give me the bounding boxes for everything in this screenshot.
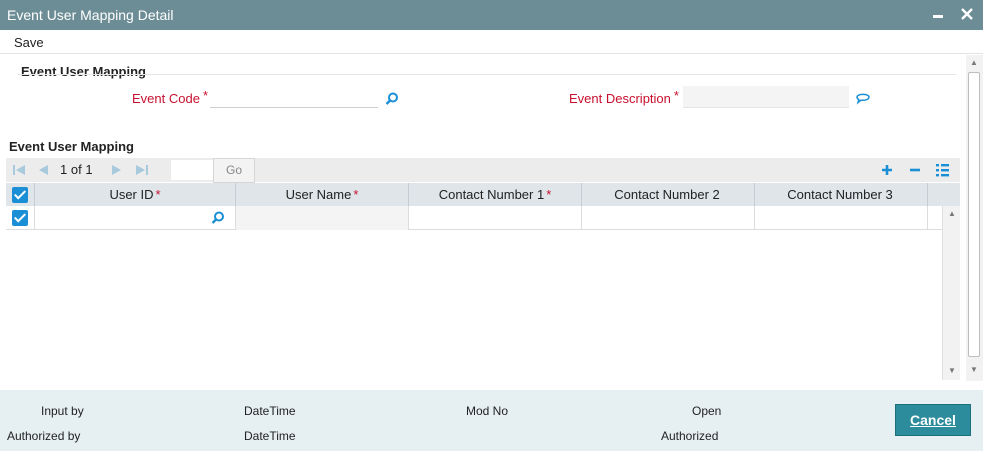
next-page-icon[interactable] — [109, 163, 123, 177]
authorized-status-label: Authorized — [661, 429, 719, 443]
cancel-button[interactable]: Cancel — [895, 404, 971, 436]
column-header-user-id[interactable]: User ID * — [35, 183, 236, 206]
row-checkbox[interactable] — [12, 210, 28, 226]
column-header-contact-number-1[interactable]: Contact Number 1 * — [409, 183, 582, 206]
select-all-column — [6, 183, 35, 206]
mod-no-label: Mod No — [466, 404, 509, 418]
scroll-up-icon[interactable]: ▲ — [970, 58, 978, 67]
total-pages: 1 — [85, 162, 93, 177]
last-page-icon[interactable] — [135, 163, 149, 177]
user-name-cell[interactable] — [236, 206, 409, 230]
scroll-down-icon[interactable]: ▼ — [948, 366, 956, 375]
first-page-icon[interactable] — [12, 163, 26, 177]
authorized-datetime-label: DateTime — [244, 429, 296, 443]
menu-bar: Save — [0, 30, 983, 54]
single-view-icon[interactable] — [934, 162, 950, 178]
row-select-cell — [6, 206, 35, 230]
close-icon[interactable] — [957, 3, 977, 25]
table-row — [6, 206, 942, 230]
grid-section-title: Event User Mapping — [9, 139, 134, 154]
required-marker: * — [202, 88, 208, 103]
grid-header: User ID * User Name * Contact Number 1 * Co… — [6, 183, 960, 206]
section-divider — [18, 74, 956, 75]
page-indicator: 1 of 1 — [60, 162, 93, 177]
scroll-down-icon[interactable]: ▼ — [970, 365, 978, 374]
page-scrollbar[interactable]: ▲ ▼ — [966, 55, 983, 381]
input-by-label: Input by — [41, 404, 84, 418]
section-title-event-user-mapping: Event User Mapping — [21, 64, 146, 79]
contact-number-1-cell[interactable] — [409, 206, 582, 230]
event-code-label: Event Code * — [132, 88, 208, 106]
user-id-cell[interactable] — [35, 206, 236, 230]
minimize-icon[interactable] — [928, 3, 948, 25]
delete-row-icon[interactable] — [907, 162, 923, 178]
authorized-by-label: Authorized by — [7, 429, 81, 443]
select-all-checkbox[interactable] — [12, 187, 28, 203]
event-description-label: Event Description * — [569, 88, 679, 106]
column-header-contact-number-3[interactable]: Contact Number 3 — [755, 183, 928, 206]
current-page: 1 — [60, 162, 68, 177]
column-header-contact-number-2[interactable]: Contact Number 2 — [582, 183, 755, 206]
add-row-icon[interactable] — [879, 162, 895, 178]
window-titlebar: Event User Mapping Detail — [0, 0, 983, 30]
page-number-input[interactable] — [171, 160, 213, 180]
event-user-mapping-grid: 1 of 1 Go User ID * User Name * Contact … — [6, 158, 960, 380]
required-marker: * — [673, 88, 679, 103]
grid-scrollbar[interactable]: ▲ ▼ — [942, 206, 960, 380]
contact-number-2-cell[interactable] — [582, 206, 755, 230]
search-icon[interactable] — [384, 91, 400, 107]
scrollbar-thumb[interactable] — [968, 72, 980, 357]
scroll-up-icon[interactable]: ▲ — [948, 209, 956, 218]
column-header-user-name[interactable]: User Name * — [236, 183, 409, 206]
event-description-input[interactable] — [683, 86, 849, 108]
window-title: Event User Mapping Detail — [7, 7, 174, 23]
save-menu-item[interactable]: Save — [14, 35, 44, 50]
grid-toolbar: 1 of 1 Go — [6, 158, 960, 183]
comment-icon[interactable] — [855, 90, 871, 106]
open-status-label: Open — [692, 404, 722, 418]
previous-page-icon[interactable] — [37, 163, 51, 177]
datetime-label: DateTime — [244, 404, 296, 418]
contact-number-3-cell[interactable] — [755, 206, 928, 230]
search-icon[interactable] — [210, 210, 226, 226]
event-code-input[interactable] — [210, 86, 378, 108]
go-button[interactable]: Go — [213, 158, 255, 183]
main-content: Event User Mapping Event Code * Event Des… — [0, 55, 966, 381]
audit-footer: Input by Authorized by DateTime DateTime… — [0, 390, 983, 451]
